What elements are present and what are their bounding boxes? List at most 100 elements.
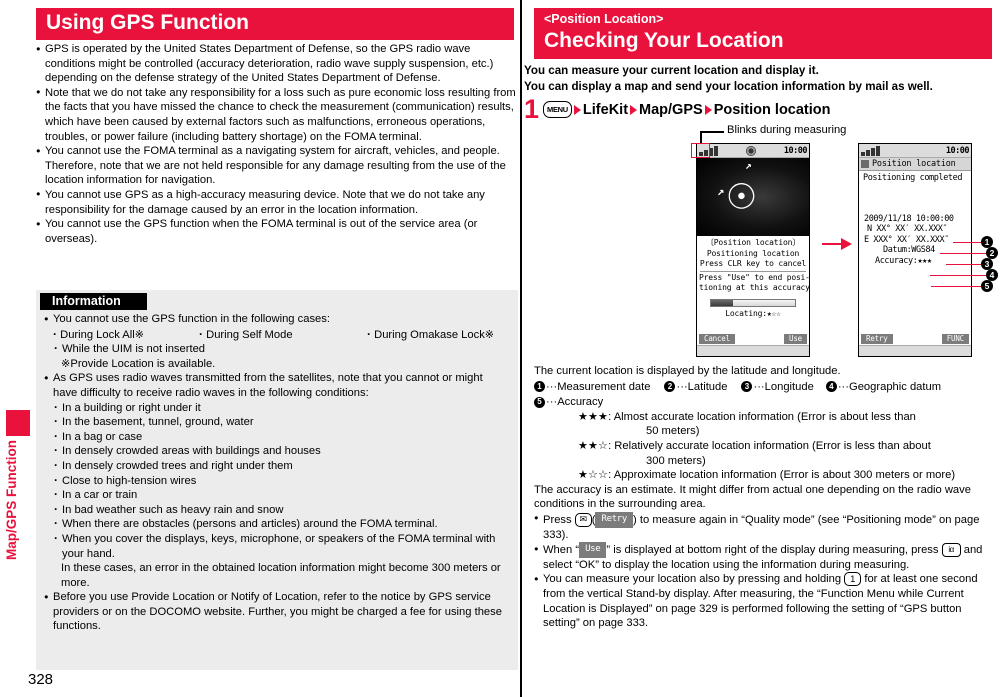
- accuracy-desc-3: : Approximate location information (Erro…: [608, 469, 956, 482]
- information-body: You cannot use the GPS function in the f…: [36, 311, 518, 634]
- left-section-title: Using GPS Function: [46, 10, 249, 34]
- accuracy-desc-2: : Relatively accurate location informati…: [608, 439, 931, 452]
- list-item: In a car or train: [53, 487, 510, 503]
- left-section-header: Using GPS Function: [36, 8, 514, 40]
- phone1-line-3: Press CLR key to cancel: [699, 259, 807, 268]
- information-heading: Information: [40, 293, 147, 310]
- accuracy-desc-2-cont: 300 meters): [646, 454, 706, 467]
- softkey-func[interactable]: FUNC: [941, 334, 969, 344]
- accuracy-stars-2: ★★☆: [578, 439, 609, 452]
- legend-number-5: 5: [534, 396, 545, 408]
- list-item: When there are obstacles (persons and ar…: [53, 516, 510, 532]
- legend-label-1: Measurement date: [557, 380, 651, 393]
- accuracy-level-1: ★★★: Almost accurate location informatio…: [534, 410, 1000, 439]
- leader-line-1: [953, 242, 983, 244]
- list-item: Before you use Provide Location or Notif…: [44, 590, 510, 634]
- left-column: Map/GPS Function Using GPS Function GPS …: [0, 0, 520, 697]
- flow-arrow-icon: [822, 238, 852, 250]
- right-section-title: Checking Your Location: [544, 28, 784, 52]
- result-field-2: E XXX° XX′ XX.XXX″: [864, 234, 949, 245]
- leader-line-3: [946, 264, 981, 266]
- list-item: While the UIM is not inserted: [53, 341, 510, 357]
- callout-number-5: 5: [981, 280, 993, 292]
- case-label: During Omakase Lock※: [374, 328, 495, 341]
- info-item1-lead: You cannot use the GPS function in the f…: [53, 313, 330, 325]
- info-item2-tail: In these cases, an error in the obtained…: [61, 562, 501, 589]
- positioning-status: Positioning completed: [863, 173, 963, 183]
- measuring-text: 〔Position location〕 Positioning location…: [697, 236, 809, 319]
- result-text: Positioning completed 2009/11/18 10:00:0…: [859, 171, 971, 266]
- legend-label-5: Accuracy: [557, 396, 604, 409]
- list-item: You cannot use the GPS function in the f…: [44, 311, 510, 371]
- signal-wave-icon: ↗: [717, 184, 725, 198]
- leader-line-2: [940, 253, 988, 255]
- mail-key-icon[interactable]: ✉: [574, 512, 592, 527]
- list-item: As GPS uses radio waves transmitted from…: [44, 371, 510, 590]
- list-item: In the basement, tunnel, ground, water: [53, 414, 510, 430]
- accuracy-desc-1: : Almost accurate location information (…: [608, 410, 916, 423]
- list-item: You cannot use the FOMA terminal as a na…: [36, 144, 518, 188]
- legend-label-3: Longitude: [764, 380, 814, 393]
- result-field-1: N XX° XX′ XX.XXX″: [867, 224, 948, 234]
- gps-blink-icon: [746, 145, 757, 156]
- legend-row-1: 1 ··· Measurement date 2 ··· Latitude 3 ··· Lo…: [534, 380, 941, 395]
- info-item2-lead: As GPS uses radio waves transmitted from…: [53, 372, 483, 399]
- list-item: When you cover the displays, keys, micro…: [53, 531, 510, 561]
- list-item: You cannot use GPS as a high-accuracy me…: [36, 187, 518, 217]
- legend-label-2: Latitude: [687, 380, 728, 393]
- phone1-line-1: 〔Position location〕: [705, 238, 801, 247]
- folder-icon: [861, 160, 869, 168]
- softkey-cancel[interactable]: Cancel: [699, 334, 735, 344]
- phone-footer: [697, 345, 809, 356]
- note2-prefix: When “: [543, 543, 580, 556]
- softkey-use[interactable]: Use: [784, 334, 807, 344]
- case-col-2: · During Self Mode: [199, 326, 293, 341]
- callout-highlight-box: [691, 143, 710, 158]
- step-path-item-2[interactable]: Position location: [714, 102, 831, 118]
- i-alpha-key-icon[interactable]: iα: [941, 542, 961, 557]
- information-bullet-list: You cannot use the GPS function in the f…: [44, 311, 510, 634]
- accuracy-level-3: ★☆☆: Approximate location information (E…: [534, 468, 1000, 483]
- list-item: GPS is operated by the United States Dep…: [36, 42, 518, 86]
- step-path-item-0[interactable]: LifeKit: [583, 102, 628, 118]
- list-item: When “Use” is displayed at bottom right …: [534, 542, 1000, 572]
- softkey-use-ref[interactable]: Use: [579, 542, 607, 558]
- legend-number-3: 3: [741, 381, 753, 393]
- list-item: In bad weather such as heavy rain and sn…: [53, 502, 510, 518]
- phone-footer: [859, 345, 971, 356]
- result-field-0: 2009/11/18 10:00:00: [864, 213, 954, 224]
- chevron-right-icon: [573, 104, 581, 115]
- step-path-item-1[interactable]: Map/GPS: [639, 102, 703, 118]
- list-item: Note that we do not take any responsibil…: [36, 85, 518, 144]
- clock-label: 10:00: [783, 145, 808, 156]
- divider: [700, 270, 806, 272]
- right-notes-list: Press ✉(Retry) to measure again in “Qual…: [534, 511, 1000, 631]
- info-item1-cases: · During Lock All※ · During Self Mode · …: [53, 327, 510, 343]
- callout-leader-horizontal: [700, 131, 724, 133]
- numeric-key-1-icon[interactable]: 1: [844, 572, 862, 587]
- legend-number-2: 2: [664, 381, 676, 393]
- menu-key-icon[interactable]: MENU: [543, 101, 572, 118]
- legend-row-2: 5 ··· Accuracy: [534, 395, 603, 410]
- chevron-right-icon: [704, 104, 712, 115]
- accuracy-stars-1: ★★★: [578, 410, 609, 423]
- phone-screen-result: 10:00 Position location Positioning comp…: [858, 143, 972, 357]
- phone1-line-4: Press "Use" to end posi-: [699, 272, 810, 282]
- satellite-dish-icon: ☉: [721, 163, 761, 223]
- callout-label: Blinks during measuring: [727, 124, 847, 136]
- accuracy-stars-3: ★☆☆: [578, 469, 609, 482]
- note2-mid: ” is displayed at bottom right of the di…: [606, 543, 909, 556]
- list-item: You cannot use the GPS function when the…: [36, 217, 518, 246]
- left-bullet-list: GPS is operated by the United States Dep…: [36, 42, 518, 246]
- info-item1-note: ※Provide Location is available.: [61, 357, 216, 370]
- right-explanation: The current location is displayed by the…: [534, 364, 1000, 631]
- legend-label-4: Geographic datum: [849, 380, 942, 393]
- phone-screen-measuring: 10:00 ↗ ↗ ☉ 〔Position location〕 Position…: [696, 143, 810, 357]
- explain-intro: The current location is displayed by the…: [534, 365, 841, 377]
- softkey-retry-ref[interactable]: Retry: [595, 511, 634, 528]
- note3-prefix: You can measure your location also by pr…: [543, 573, 842, 586]
- softkey-retry[interactable]: Retry: [861, 334, 893, 344]
- accuracy-desc-1-cont: 50 meters): [646, 425, 700, 438]
- case-label: During Self Mode: [206, 328, 293, 341]
- locating-label: Locating:★☆☆: [725, 308, 781, 318]
